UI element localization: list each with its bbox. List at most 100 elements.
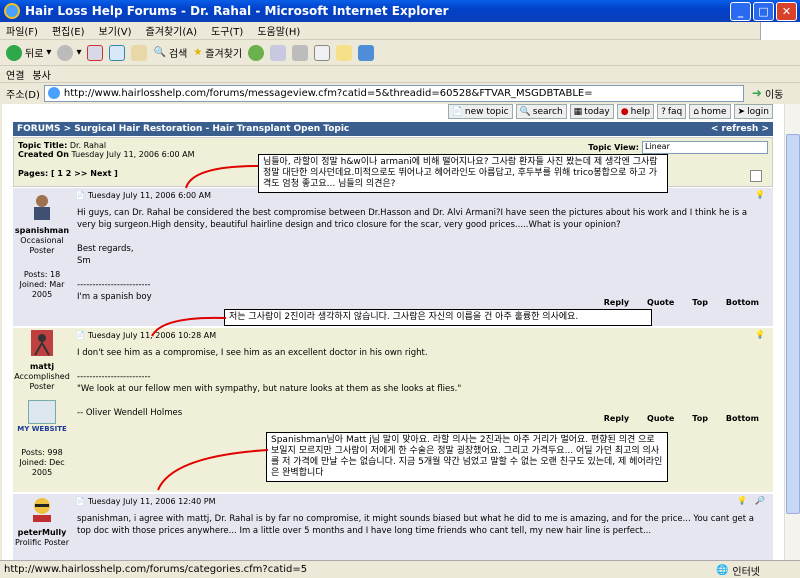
links-bar: 연결 봉사 [0,66,800,83]
refresh-link[interactable]: < refresh > [711,124,769,134]
address-label: 주소(D) [6,89,40,101]
media-icon[interactable] [248,44,265,61]
menu-help[interactable]: 도움말(H) [257,23,300,38]
search-icon: 🔍 [153,47,166,58]
bottom-link[interactable]: Bottom [726,298,759,307]
messenger-icon[interactable] [358,44,375,61]
user-rank: Accomplished Poster [14,372,70,391]
mail-icon[interactable] [270,44,287,61]
login-icon: ➤ [737,106,746,117]
post-footer: Reply Quote Top Bottom [604,414,773,423]
nav-today[interactable]: ▦ today [569,104,614,119]
window-titlebar: Hair Loss Help Forums - Dr. Rahal - Micr… [0,0,800,22]
ie-logo-icon [4,3,20,19]
topic-view-select[interactable]: Linear [642,141,768,154]
user-rank: Occasional Poster [20,236,64,255]
address-input[interactable]: http://www.hairlosshelp.com/forums/messa… [43,84,744,102]
nav-home[interactable]: ⌂ home [689,104,731,119]
nav-faq[interactable]: ? faq [657,104,687,119]
back-button[interactable]: 뒤로 ▾ [6,44,51,61]
globe-icon: 🌐 [715,565,729,576]
top-link[interactable]: Top [692,298,708,307]
nav-new-topic[interactable]: 📄 new topic [447,104,513,119]
post-2-content: 📄 Tuesday July 11, 2006 10:28 AM 💡 I don'… [71,328,773,423]
search-icon: 🔍 [519,106,531,117]
links-item-volunteer[interactable]: 봉사 [32,67,50,82]
reply-link[interactable]: Reply [604,414,629,423]
topic-checkbox[interactable] [750,170,762,182]
post-body: spanishman, i agree with mattj, Dr. Raha… [77,514,754,536]
annotation-pointer-1 [185,165,259,189]
avatar [34,195,50,220]
post-footer: Reply Quote Top Bottom [604,298,773,307]
home-icon[interactable] [131,44,148,61]
post-1: spanishman Occasional Poster Posts: 18 J… [13,188,773,326]
forward-button[interactable]: ▾ [57,44,81,61]
back-arrow-icon [6,44,22,61]
breadcrumb[interactable]: FORUMS > Surgical Hair Restoration - Hai… [17,124,349,134]
stop-icon[interactable] [87,44,104,61]
menu-tools[interactable]: 도구(T) [211,23,243,38]
search-button[interactable]: 🔍 검색 [153,45,187,60]
quote-link[interactable]: Quote [647,414,674,423]
menu-file[interactable]: 파일(F) [6,23,38,38]
help-icon: ● [620,106,629,117]
post-1-content: 📄 Tuesday July 11, 2006 6:00 AM 💡 Hi guys… [71,188,773,307]
close-button[interactable]: ✕ [776,2,797,21]
home-icon: ⌂ [693,106,699,117]
menu-view[interactable]: 보기(V) [99,23,132,38]
annotation-pointer-2 [151,316,227,337]
username[interactable]: mattj [13,362,71,372]
maximize-button[interactable]: □ [753,2,774,21]
forum-breadcrumb-bar: FORUMS > Surgical Hair Restoration - Hai… [13,122,773,136]
windows-logo-icon [760,22,800,40]
post-3: peterMully Prolific Poster 📄 Tuesday July… [13,494,773,560]
search-user-icon[interactable]: 🔎 [755,496,765,505]
avatar [33,498,51,522]
minimize-button[interactable]: _ [730,2,751,21]
my-website-link[interactable]: MY WEBSITE [13,424,71,434]
top-link[interactable]: Top [692,414,708,423]
annotation-pointer-3 [157,449,269,491]
page-content: 📄 new topic 🔍 search ▦ today ● help ? faq ⌂ ho… [2,104,784,560]
nav-login[interactable]: ➤ login [733,104,773,119]
links-label: 연결 [6,70,25,82]
new-topic-icon: 📄 [451,106,463,117]
go-button[interactable]: ➜ 이동 [752,86,783,101]
nav-help[interactable]: ● help [616,104,655,119]
menu-bar: 파일(F) 편집(E) 보기(V) 즐겨찾기(A) 도구(T) 도움말(H) [0,22,800,40]
print-icon[interactable] [292,44,309,61]
calendar-icon: ▦ [573,106,583,117]
reply-link[interactable]: Reply [604,298,629,307]
quote-link[interactable]: Quote [647,298,674,307]
address-url: http://www.hairlosshelp.com/forums/messa… [63,87,593,99]
nav-search[interactable]: 🔍 search [515,104,567,119]
username[interactable]: spanishman [13,226,71,236]
status-url: http://www.hairlosshelp.com/forums/categ… [4,563,308,575]
refresh-icon[interactable] [109,44,126,61]
bottom-link[interactable]: Bottom [726,414,759,423]
favorites-button[interactable]: ★ 즐겨찾기 [193,45,242,60]
post-3-content: 📄 Tuesday July 11, 2006 12:40 PM 💡 🔎 span… [71,494,773,541]
forum-nav: 📄 new topic 🔍 search ▦ today ● help ? faq ⌂ ho… [447,104,773,120]
menu-favorites[interactable]: 즐겨찾기(A) [146,23,197,38]
post-icon: 📄 [75,331,85,340]
created-date: Tuesday July 11, 2006 6:00 AM [71,150,195,159]
discuss-icon[interactable] [336,44,353,61]
menu-edit[interactable]: 편집(E) [52,23,85,38]
vertical-scrollbar[interactable] [784,104,800,560]
topic-title: Dr. Rahal [69,141,107,150]
address-bar: 주소(D) http://www.hairlosshelp.com/forums… [0,83,800,103]
website-icon[interactable] [28,400,56,424]
username[interactable]: peterMully [13,528,71,538]
lightbulb-icon: 💡 [737,496,747,505]
annotation-2: 저는 그사람이 2진이라 생각하지 않습니다. 그사람은 자신의 이름을 건 아… [224,309,652,326]
edit-icon[interactable] [314,44,331,61]
post-count: Posts: 998 [21,448,63,457]
lightbulb-icon: 💡 [755,330,765,339]
lightbulb-icon: 💡 [755,190,765,199]
question-icon: ? [661,106,666,117]
scroll-thumb[interactable] [786,134,800,514]
topic-view: Topic View: Linear [588,141,768,154]
status-bar: http://www.hairlosshelp.com/forums/categ… [0,560,800,578]
